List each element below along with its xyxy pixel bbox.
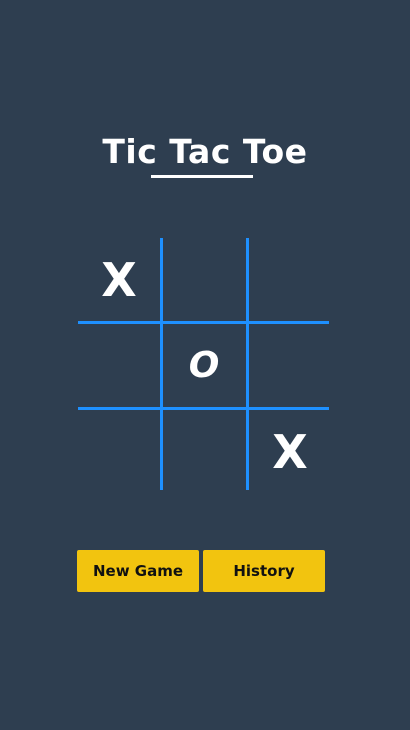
board-cell-1[interactable] xyxy=(163,238,245,321)
title-underline xyxy=(151,175,253,178)
game-title: Tic Tac Toe xyxy=(102,132,308,171)
cell-mark: X xyxy=(101,252,137,307)
cell-mark: O xyxy=(188,344,220,386)
new-game-button[interactable]: New Game xyxy=(77,550,199,592)
board-cell-5[interactable] xyxy=(249,324,331,407)
board-cell-2[interactable] xyxy=(249,238,331,321)
game-board: X O X xyxy=(78,238,329,490)
board-cell-6[interactable] xyxy=(78,410,160,493)
board-cell-8[interactable]: X xyxy=(249,410,331,493)
cell-mark: X xyxy=(272,424,308,479)
board-cell-0[interactable]: X xyxy=(78,238,160,321)
board-cell-4[interactable]: O xyxy=(163,324,245,407)
board-cell-7[interactable] xyxy=(163,410,245,493)
board-cell-3[interactable] xyxy=(78,324,160,407)
history-button[interactable]: History xyxy=(203,550,325,592)
